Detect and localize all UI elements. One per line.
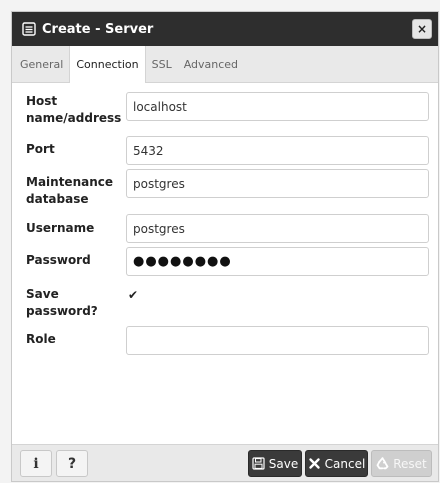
username-label: Username — [26, 221, 95, 235]
role-input[interactable] — [126, 326, 429, 355]
cancel-label: Cancel — [324, 456, 366, 471]
x-icon — [308, 458, 320, 469]
username-input[interactable]: postgres — [126, 214, 429, 243]
recycle-icon — [376, 457, 389, 470]
tab-connection[interactable]: Connection — [69, 46, 146, 83]
maintenance-db-label: Maintenance database — [26, 174, 126, 208]
help-button[interactable]: ? — [56, 450, 88, 477]
password-value: ●●●●●●●● — [133, 254, 232, 269]
save-password-label-line2: password? — [26, 304, 98, 318]
maintenance-db-input[interactable]: postgres — [126, 169, 429, 198]
create-server-dialog: Create - Server × General Connection SSL… — [11, 11, 439, 482]
maintenance-db-label-line2: database — [26, 192, 89, 206]
dialog-title: Create - Server — [42, 21, 154, 37]
save-button[interactable]: Save — [248, 450, 302, 477]
password-input[interactable]: ●●●●●●●● — [126, 247, 429, 276]
maintenance-db-value: postgres — [133, 176, 185, 191]
password-label: Password — [26, 253, 91, 267]
port-value: 5432 — [133, 143, 164, 158]
close-icon: × — [416, 22, 428, 36]
dialog-footer: i ? Save Cancel Reset — [12, 444, 438, 481]
tab-advanced[interactable]: Advanced — [178, 46, 244, 82]
server-icon — [22, 22, 36, 36]
save-password-label-line1: Save — [26, 287, 59, 301]
cancel-button[interactable]: Cancel — [305, 450, 368, 477]
floppy-disk-icon — [252, 457, 265, 470]
role-label: Role — [26, 332, 56, 346]
reset-button[interactable]: Reset — [371, 450, 432, 477]
host-input[interactable]: localhost — [126, 92, 429, 121]
host-label: Host name/address — [26, 93, 126, 127]
help-icon: ? — [67, 455, 77, 472]
maintenance-db-label-line1: Maintenance — [26, 175, 114, 189]
username-value: postgres — [133, 221, 185, 236]
host-value: localhost — [133, 99, 187, 114]
close-button[interactable]: × — [412, 19, 432, 39]
tab-bar: General Connection SSL Advanced — [12, 46, 438, 83]
port-input[interactable]: 5432 — [126, 136, 429, 165]
host-label-line1: Host — [26, 94, 58, 108]
dialog-titlebar[interactable]: Create - Server × — [12, 12, 438, 46]
save-password-label: Save password? — [26, 286, 126, 320]
reset-label: Reset — [393, 456, 427, 471]
info-button[interactable]: i — [20, 450, 52, 477]
host-label-line2: name/address — [26, 111, 122, 125]
tab-general[interactable]: General — [12, 46, 69, 82]
info-icon: i — [33, 455, 39, 472]
port-label: Port — [26, 142, 55, 156]
tab-ssl[interactable]: SSL — [146, 46, 178, 82]
save-password-checkbox[interactable]: ✔ — [128, 289, 140, 301]
save-label: Save — [268, 456, 299, 471]
